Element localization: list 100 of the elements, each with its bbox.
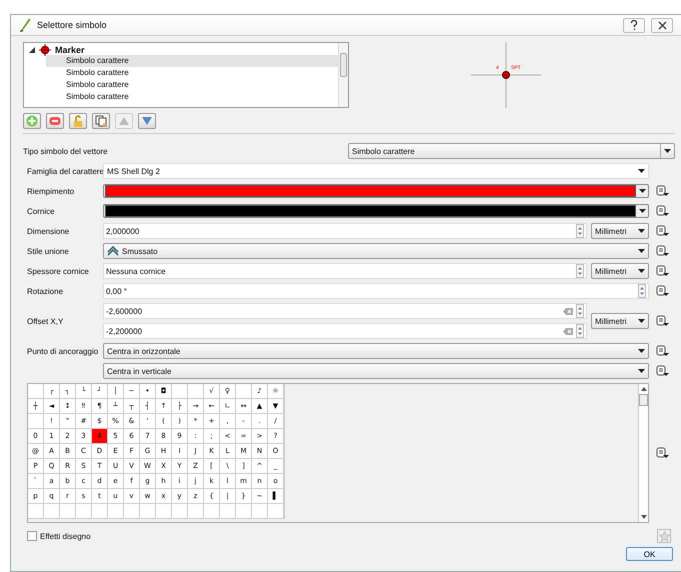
marker-symbol-icon xyxy=(39,44,51,56)
character-cell[interactable] xyxy=(172,384,188,399)
effects-button[interactable] xyxy=(657,529,671,543)
window-title: Selettore simbolo xyxy=(37,20,107,30)
data-defined-icon[interactable] xyxy=(655,185,669,197)
spinner-arrows-icon[interactable] xyxy=(576,224,584,238)
color-button[interactable] xyxy=(103,184,649,198)
tree-item[interactable]: Simbolo carattere xyxy=(46,55,338,67)
data-defined-icon[interactable] xyxy=(655,285,669,297)
pencil-icon xyxy=(19,18,31,32)
character-cell[interactable] xyxy=(124,504,140,519)
field-label: Riempimento xyxy=(27,186,76,196)
tree-item[interactable]: Marker xyxy=(55,44,85,54)
spin-field[interactable]: 2,000000 xyxy=(103,223,587,239)
character-cell[interactable] xyxy=(140,504,156,519)
character-cell[interactable] xyxy=(172,504,188,519)
add-layer-button[interactable] xyxy=(23,113,41,129)
field-label: Rotazione xyxy=(27,286,64,296)
data-defined-icon[interactable] xyxy=(655,205,669,217)
character-cell[interactable] xyxy=(28,384,44,399)
scrollbar[interactable] xyxy=(338,43,348,107)
dropdown-arrow-icon xyxy=(638,249,645,253)
spinner-arrows-icon[interactable] xyxy=(576,264,584,278)
data-defined-icon[interactable] xyxy=(655,447,669,459)
down-layer-button[interactable] xyxy=(138,113,156,129)
checkbox[interactable] xyxy=(27,531,37,541)
padlock-icon xyxy=(72,115,84,127)
tree-item[interactable]: Simbolo carattere xyxy=(46,91,338,103)
dropdown-arrow-icon xyxy=(639,189,646,193)
field-label: Tipo simbolo del vettore xyxy=(23,146,109,156)
lock-layer-button[interactable] xyxy=(69,113,87,129)
spinner-arrows-icon[interactable] xyxy=(638,284,646,298)
tree-item[interactable]: Simbolo carattere xyxy=(46,67,338,79)
help-button[interactable] xyxy=(623,18,645,32)
dropdown[interactable]: Centra in orizzontale xyxy=(103,343,649,359)
expand-arrow-icon[interactable] xyxy=(29,46,35,52)
duplicate-layer-button[interactable] xyxy=(92,113,110,129)
spin-field[interactable]: 0,00 ° xyxy=(103,283,649,299)
question-mark-icon xyxy=(630,20,638,30)
field-label: Stile unione xyxy=(27,246,70,256)
dropdown-arrow-icon xyxy=(638,349,645,353)
symbol-layer-type-dropdown[interactable]: Simbolo carattere xyxy=(348,143,675,159)
dropdown-arrow-icon xyxy=(638,369,645,373)
ok-button[interactable]: OK xyxy=(626,547,673,561)
color-button[interactable] xyxy=(103,204,649,218)
star-icon xyxy=(658,530,670,542)
close-icon xyxy=(658,20,666,30)
unit-dropdown[interactable]: Millimetri xyxy=(591,313,649,329)
data-defined-icon[interactable] xyxy=(655,225,669,237)
character-cell[interactable] xyxy=(28,504,44,519)
data-defined-icon[interactable] xyxy=(655,265,669,277)
spin-field[interactable]: -2,600000 xyxy=(103,303,587,319)
remove-layer-button[interactable] xyxy=(46,113,64,129)
character-cell[interactable] xyxy=(28,414,44,429)
data-defined-icon[interactable] xyxy=(655,315,669,327)
dropdown[interactable]: MS Shell Dlg 2 xyxy=(103,163,649,179)
character-cell[interactable] xyxy=(236,384,252,399)
character-cell[interactable] xyxy=(76,504,92,519)
character-cell[interactable] xyxy=(236,504,252,519)
dropdown[interactable]: Centra in verticale xyxy=(103,363,649,379)
field-label: Cornice xyxy=(27,206,56,216)
spinner-arrows-icon[interactable] xyxy=(576,324,584,338)
spin-field[interactable]: -2,200000 xyxy=(103,323,587,339)
clear-icon[interactable] xyxy=(563,308,573,314)
scroll-up-icon xyxy=(640,387,646,391)
character-cell[interactable] xyxy=(220,504,236,519)
bevel-join-icon xyxy=(107,246,119,256)
character-cell[interactable] xyxy=(252,504,268,519)
minus-icon xyxy=(49,115,61,127)
scroll-down-icon xyxy=(640,515,646,519)
scroll-thumb[interactable] xyxy=(639,394,648,406)
dropdown-arrow-icon xyxy=(664,149,671,153)
character-cell[interactable] xyxy=(268,504,284,519)
field-label: Famiglia del carattere xyxy=(27,166,103,176)
character-cell[interactable] xyxy=(156,504,172,519)
join-style-dropdown[interactable]: Smussato xyxy=(103,243,649,259)
data-defined-icon[interactable] xyxy=(655,245,669,257)
character-cell[interactable] xyxy=(204,504,220,519)
spin-field[interactable]: Nessuna cornice xyxy=(103,263,587,279)
data-defined-icon[interactable] xyxy=(655,345,669,357)
character-cell[interactable] xyxy=(188,384,204,399)
field-label: Dimensione xyxy=(27,226,70,236)
scrollbar[interactable] xyxy=(638,384,648,522)
field-label: Spessore cornice xyxy=(27,266,90,276)
plus-icon xyxy=(26,115,38,127)
checkbox-label: Effetti disegno xyxy=(40,532,91,540)
character-cell[interactable] xyxy=(188,504,204,519)
spinner-arrows-icon[interactable] xyxy=(576,304,584,318)
data-defined-icon[interactable] xyxy=(655,365,669,377)
close-button[interactable] xyxy=(651,18,673,32)
unit-dropdown[interactable]: Millimetri xyxy=(591,223,649,239)
clear-icon[interactable] xyxy=(563,328,573,334)
character-cell[interactable] xyxy=(108,504,124,519)
up-arrow-icon xyxy=(118,116,130,126)
character-cell[interactable] xyxy=(60,504,76,519)
character-cell[interactable] xyxy=(92,504,108,519)
field-label: Punto di ancoraggio xyxy=(27,346,100,356)
character-cell[interactable] xyxy=(44,504,60,519)
unit-dropdown[interactable]: Millimetri xyxy=(591,263,649,279)
tree-item[interactable]: Simbolo carattere xyxy=(46,79,338,91)
